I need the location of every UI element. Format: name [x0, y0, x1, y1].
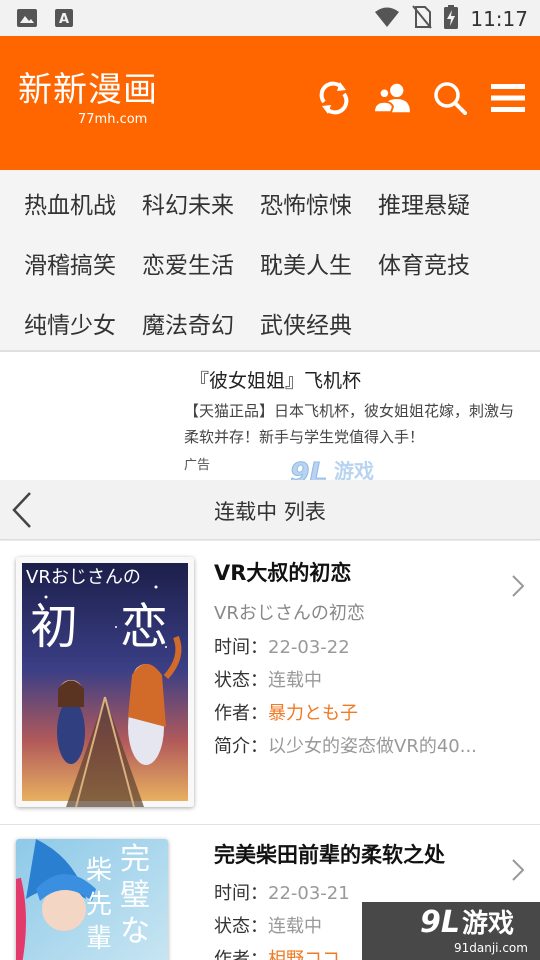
menu-icon[interactable]	[490, 80, 526, 116]
cover-title-large: 初	[30, 599, 78, 655]
comic-time: 22-03-21	[268, 883, 350, 904]
refresh-icon[interactable]	[316, 80, 352, 116]
comic-status: 连载中	[268, 916, 322, 937]
category-item[interactable]: 恐怖惊悚	[260, 186, 352, 220]
category-item[interactable]: 武侠经典	[260, 306, 352, 340]
category-item[interactable]: 魔法奇幻	[142, 306, 234, 340]
status-time: 11:17	[470, 7, 528, 31]
comic-status: 连载中	[268, 670, 322, 691]
battery-charging-icon	[444, 5, 459, 33]
category-item[interactable]: 热血机战	[24, 186, 116, 220]
list-header: 连载中 列表	[0, 480, 540, 540]
cover-title-small: VRおじさんの	[26, 567, 141, 588]
category-item[interactable]: 体育竞技	[378, 246, 470, 280]
comic-cover[interactable]: 完 璧 な 柴 先 輩	[16, 839, 168, 960]
ad-banner[interactable]: 『彼女姐姐』飞机杯 【天猫正品】日本飞机杯，彼女姐姐花嫁，刺激与柔软并存！新手与…	[0, 354, 540, 491]
text-a-icon: A	[54, 8, 74, 32]
ad-description: 【天猫正品】日本飞机杯，彼女姐姐花嫁，刺激与柔软并存！新手与学生党值得入手！	[184, 402, 515, 446]
category-item[interactable]: 科幻未来	[142, 186, 234, 220]
category-item[interactable]: 推理悬疑	[378, 186, 470, 220]
watermark-mark: 9L	[420, 905, 460, 940]
comic-time-row: 时间：22-03-22	[214, 637, 350, 658]
category-item[interactable]: 纯情少女	[24, 306, 116, 340]
no-sim-icon	[412, 5, 433, 33]
watermark-url: 91danji.com	[454, 941, 528, 955]
comic-subtitle: VRおじさんの初恋	[214, 603, 365, 624]
category-item[interactable]: 恋爱生活	[142, 246, 234, 280]
comic-intro-row: 简介：以少女的姿态做VR的40...	[214, 736, 477, 757]
status-bar: A 11:17	[0, 0, 540, 36]
category-item[interactable]: 滑稽搞笑	[24, 246, 116, 280]
comic-intro: 以少女的姿态做VR的40...	[268, 736, 477, 757]
category-grid: 热血机战 科幻未来 恐怖惊悚 推理悬疑 滑稽搞笑 恋爱生活 耽美人生 体育竞技 …	[0, 170, 540, 352]
comic-title: VR大叔的初恋	[214, 561, 352, 585]
wifi-icon	[374, 6, 400, 32]
user-group-icon[interactable]	[374, 80, 410, 116]
comic-title: 完美柴田前辈的柔软之处	[214, 843, 445, 867]
chevron-right-icon[interactable]	[510, 573, 526, 599]
comic-author[interactable]: 相野ココ	[268, 949, 340, 960]
watermark-text: 游戏	[462, 909, 514, 939]
cover-title-large: 恋	[120, 599, 168, 655]
logo-text: 新新漫画	[18, 70, 158, 110]
comic-list-item[interactable]: VRおじさんの 初 恋 VR大叔的初恋 VRおじさんの初恋 时间：22-03-2…	[0, 541, 540, 824]
category-item[interactable]: 耽美人生	[260, 246, 352, 280]
app-header: 新新漫画 77mh.com	[0, 36, 540, 170]
comic-status-row: 状态：连载中	[214, 670, 322, 691]
svg-text:A: A	[59, 12, 69, 27]
cover-title-char: 輩	[86, 924, 112, 954]
comic-time: 22-03-22	[268, 637, 350, 658]
cover-title-char: 柴	[86, 856, 112, 886]
watermark-overlay: 9L 游戏 91danji.com	[362, 902, 540, 960]
chevron-right-icon[interactable]	[510, 857, 526, 883]
search-icon[interactable]	[432, 80, 468, 116]
ad-label: 广告	[184, 458, 211, 473]
cover-title-char: 璧	[120, 878, 150, 913]
comic-author-row: 作者：暴力とも子	[214, 703, 358, 724]
logo-domain: 77mh.com	[78, 112, 148, 127]
comic-cover[interactable]: VRおじさんの 初 恋	[16, 557, 194, 807]
comic-author[interactable]: 暴力とも子	[268, 703, 358, 724]
ad-title: 『彼女姐姐』飞机杯	[190, 370, 362, 392]
page-title: 连载中 列表	[214, 500, 326, 524]
cover-title-char: 先	[86, 890, 112, 920]
site-logo[interactable]: 新新漫画 77mh.com	[18, 70, 158, 127]
cover-title-char: な	[120, 914, 150, 949]
image-icon	[16, 8, 38, 32]
cover-title-char: 完	[120, 842, 150, 877]
